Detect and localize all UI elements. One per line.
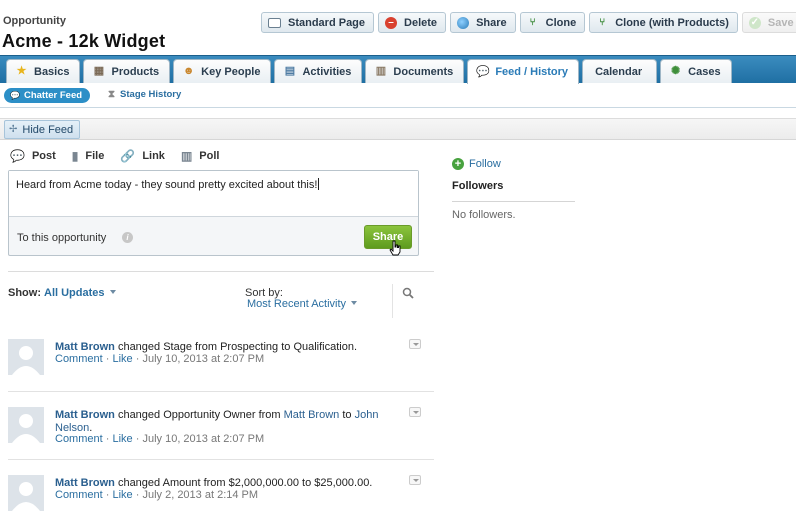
like-link[interactable]: Like (112, 353, 132, 365)
comment-link[interactable]: Comment (55, 353, 103, 365)
pulse-icon: ✢ (9, 124, 18, 135)
author-link[interactable]: Matt Brown (55, 341, 115, 353)
avatar[interactable] (8, 407, 44, 443)
plus-icon: + (452, 158, 464, 170)
tab-documents[interactable]: ▥ Documents (365, 59, 465, 83)
feed-item-meta: Comment · Like · July 10, 2013 at 2:07 P… (55, 433, 265, 445)
tab-products[interactable]: ▦ Products (83, 59, 171, 83)
calendar-list-icon: ▤ (284, 65, 296, 77)
clone-button[interactable]: ⑂ Clone (519, 12, 586, 33)
tab-cases[interactable]: ✺ Cases (660, 59, 732, 83)
share-post-button[interactable]: Share (364, 225, 412, 249)
tab-basics[interactable]: ★ Basics (6, 59, 81, 83)
chevron-down-icon (109, 290, 116, 294)
clone-products-icon: ⑂ (599, 16, 606, 28)
default-avatar-icon (8, 339, 44, 375)
tab-feed-history[interactable]: 💬 Feed / History (467, 59, 580, 84)
share-button[interactable]: Share (450, 12, 516, 33)
opportunity-page: Opportunity Acme - 12k Widget Standard P… (0, 0, 796, 516)
user-link[interactable]: Matt Brown (284, 409, 340, 421)
avatar[interactable] (8, 339, 44, 375)
followers-divider (452, 201, 575, 202)
clone-with-products-button[interactable]: ⑂ Clone (with Products) (589, 12, 738, 33)
clone-icon: ⑂ (529, 16, 536, 28)
timestamp: July 10, 2013 at 2:07 PM (142, 433, 265, 445)
feed-item-meta: Comment · Like · July 2, 2013 at 2:14 PM (55, 489, 259, 501)
feed-toolbar (0, 118, 796, 140)
file-icon: ▮ (71, 149, 79, 163)
feed-item-menu[interactable] (409, 407, 421, 417)
delete-button[interactable]: – Delete (378, 12, 447, 33)
show-filter-value[interactable]: All Updates (44, 287, 105, 299)
hide-feed-button[interactable]: ✢ Hide Feed (4, 120, 81, 139)
save-icon: ✓ (748, 16, 761, 29)
documents-icon: ▥ (375, 65, 387, 77)
filter-separator (392, 284, 393, 318)
publisher-poll[interactable]: ▥ Poll (181, 149, 220, 163)
comment-link[interactable]: Comment (55, 433, 103, 445)
page-title: Acme - 12k Widget (2, 31, 166, 51)
post-target-label: To this opportunity (17, 232, 107, 244)
publisher-file[interactable]: ▮ File (72, 149, 105, 163)
post-textarea[interactable]: Heard from Acme today - they sound prett… (9, 171, 418, 217)
subtab-stage-history[interactable]: ⧗ Stage History (108, 89, 181, 100)
poll-icon: ▥ (180, 149, 193, 163)
like-link[interactable]: Like (112, 489, 132, 501)
publisher-divider (8, 271, 434, 272)
star-icon: ★ (16, 65, 27, 77)
feed-icon: 💬 (476, 65, 491, 78)
action-buttons: Standard Page – Delete Share ⑂ Clone ⑂ C… (261, 12, 796, 33)
sort-dropdown[interactable]: Most Recent Activity (247, 298, 358, 310)
default-avatar-icon (8, 407, 44, 443)
page-icon (268, 17, 281, 28)
avatar[interactable] (8, 475, 44, 511)
delete-icon: – (385, 16, 398, 29)
link-icon: 🔗 (120, 149, 136, 163)
feed-separator (8, 391, 434, 392)
like-link[interactable]: Like (112, 433, 132, 445)
author-link[interactable]: Matt Brown (55, 477, 115, 489)
object-type-label: Opportunity (3, 15, 66, 27)
no-followers-text: No followers. (452, 209, 516, 221)
products-icon: ▦ (93, 65, 105, 77)
search-icon[interactable] (402, 287, 414, 299)
post-bubble-icon: 💬 (10, 149, 25, 163)
timestamp: July 10, 2013 at 2:07 PM (142, 353, 265, 365)
follow-button[interactable]: + Follow (452, 158, 501, 170)
chevron-down-icon (351, 301, 358, 305)
record-tabs: ★ Basics ▦ Products ☻ Key People ▤ Activ… (6, 59, 732, 84)
text-caret (318, 178, 320, 190)
hand-cursor-icon (389, 240, 401, 256)
cases-icon: ✺ (671, 65, 681, 77)
feed-item-text: Matt Brown changed Opportunity Owner fro… (55, 409, 379, 434)
tab-activities[interactable]: ▤ Activities (274, 59, 363, 83)
tab-key-people[interactable]: ☻ Key People (173, 59, 272, 83)
tab-calendar[interactable]: Calendar (582, 59, 658, 83)
timestamp: July 2, 2013 at 2:14 PM (142, 489, 259, 501)
people-icon: ☻ (182, 65, 195, 77)
standard-page-button[interactable]: Standard Page (261, 12, 375, 33)
subtab-chatter-feed[interactable]: 💬 Chatter Feed (4, 88, 91, 103)
feed-item-menu[interactable] (409, 475, 421, 485)
post-composer: Heard from Acme today - they sound prett… (8, 170, 419, 256)
feed-separator (8, 459, 434, 460)
author-link[interactable]: Matt Brown (55, 409, 115, 421)
share-globe-icon (457, 16, 470, 29)
publisher-link[interactable]: 🔗 Link (120, 149, 165, 163)
hourglass-icon: ⧗ (108, 89, 116, 100)
save-button[interactable]: ✓ Save (741, 12, 796, 33)
publisher-types: 💬 Post ▮ File 🔗 Link ▥ Poll (10, 149, 219, 163)
followers-heading: Followers (452, 180, 504, 192)
publisher-post[interactable]: 💬 Post (10, 149, 56, 163)
show-filter[interactable]: Show: All Updates (8, 287, 116, 299)
feed-item-menu[interactable] (409, 339, 421, 349)
info-icon[interactable]: i (122, 232, 133, 243)
comment-link[interactable]: Comment (55, 489, 103, 501)
feed-item-meta: Comment · Like · July 10, 2013 at 2:07 P… (55, 353, 265, 365)
chat-bubble-icon: 💬 (10, 91, 20, 100)
default-avatar-icon (8, 475, 44, 511)
